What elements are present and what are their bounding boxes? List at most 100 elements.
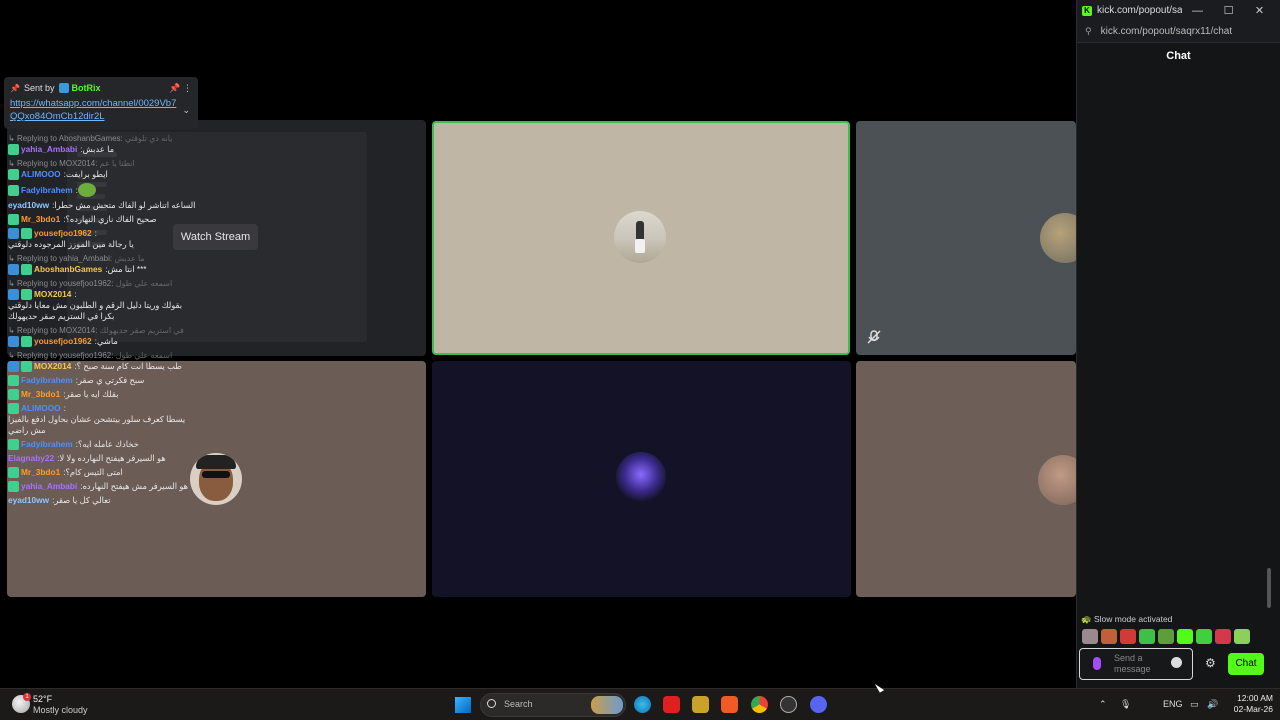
volume-icon[interactable]: 🔊	[1207, 699, 1218, 710]
window-title: kick.com/popout/saqr...	[1097, 5, 1182, 16]
chat-message[interactable]: yahia_Ambabi: هو السيرفر مش هيفتح النهار…	[8, 481, 198, 492]
maximize-button[interactable]: ☐	[1213, 4, 1244, 17]
emote-icon[interactable]	[1158, 629, 1174, 644]
chat-username[interactable]: yahia_Ambabi	[21, 481, 77, 492]
reply-reference[interactable]: ↳ Replying to AboshanbGames: يانه دي تلو…	[8, 133, 198, 144]
emote-icon[interactable]	[1177, 629, 1193, 644]
reply-arrow-icon: ↳	[8, 159, 17, 168]
microphone-tray-icon[interactable]: 🎙	[1120, 699, 1131, 710]
chrome-icon[interactable]	[751, 696, 768, 713]
subscriber-badge-icon	[8, 375, 19, 386]
chat-message[interactable]: ↳ Replying to AboshanbGames: يانه دي تلو…	[8, 133, 198, 155]
chat-message[interactable]: ↳ Replying to yahia_Ambabi: ما عدبش Abosh…	[8, 253, 198, 275]
emote-icon[interactable]	[1139, 629, 1155, 644]
chat-username[interactable]: yousefjoo1962	[34, 228, 92, 239]
chat-text: انتا مش ***	[107, 264, 147, 274]
chat-username[interactable]: eyad10ww	[8, 200, 49, 211]
pinned-options-icon[interactable]: 📌 ⋮	[169, 83, 192, 94]
chat-header: Chat	[1166, 50, 1191, 62]
obs-icon[interactable]	[780, 696, 797, 713]
chat-text: امتى التيس كام؟	[65, 467, 123, 477]
subscriber-badge-icon	[21, 228, 32, 239]
chat-message[interactable]: Elagnaby22: هو السيرفر هيفتح النهارده ول…	[8, 453, 198, 464]
chat-username[interactable]: Fadyibrahem	[21, 439, 73, 450]
subscriber-badge-icon	[21, 289, 32, 300]
edge-browser-icon[interactable]	[634, 696, 651, 713]
chat-message[interactable]: eyad10ww: تعالي كل يا صقر	[8, 495, 198, 506]
clock-time[interactable]: 12:00 AM	[1233, 693, 1273, 703]
chat-message[interactable]: eyad10ww: الساعه اتناشر لو الفاك متحش مش…	[8, 200, 198, 211]
reply-reference[interactable]: ↳ Replying to MOX2014: انطتا يا عم	[8, 158, 198, 169]
language-indicator[interactable]: ENG	[1163, 699, 1183, 709]
reply-to-user: Replying to AboshanbGames:	[16, 134, 123, 143]
chat-username[interactable]: MOX2014	[34, 289, 71, 300]
chat-message[interactable]: ↳ Replying to MOX2014: انطتا يا عم ALIMOO…	[8, 158, 198, 180]
send-chat-button[interactable]: Chat	[1228, 653, 1264, 675]
chat-username[interactable]: Mr_3bdo1	[21, 214, 60, 225]
chat-username[interactable]: eyad10ww	[8, 495, 49, 506]
reply-reference[interactable]: ↳ Replying to yousefjoo1962: اسمعه علي ط…	[8, 350, 198, 361]
separator: :	[63, 403, 66, 413]
start-menu-icon[interactable]	[455, 697, 471, 713]
chat-username[interactable]: yahia_Ambabi	[21, 144, 77, 155]
reply-reference[interactable]: ↳ Replying to yahia_Ambabi: ما عدبش	[8, 253, 198, 264]
quick-emote-bar	[1082, 629, 1250, 645]
network-icon[interactable]: ▭	[1190, 699, 1199, 710]
chevron-down-icon[interactable]: ⌄	[182, 105, 190, 116]
emote-icon[interactable]	[1082, 629, 1098, 644]
clock-date[interactable]: 02-Mar-26	[1229, 704, 1273, 714]
chat-message[interactable]: ALIMOOO: يسطا كعرف سلور بيتشحن عشان بحاو…	[8, 403, 198, 436]
reply-reference[interactable]: ↳ Replying to MOX2014: في استريم صقر حدي…	[8, 325, 198, 336]
chat-message[interactable]: Mr_3bdo1: امتى التيس كام؟	[8, 467, 198, 478]
address-bar[interactable]: ⚲ kick.com/popout/saqrx11/chat	[1077, 21, 1280, 43]
site-settings-icon[interactable]: ⚲	[1085, 26, 1092, 37]
moderator-badge-icon	[8, 289, 19, 300]
chat-message[interactable]: yousefjoo1962: يا رجالة مين الموزز المرج…	[8, 228, 198, 250]
chat-message[interactable]: ↳ Replying to yousefjoo1962: اسمعه علي ط…	[8, 278, 198, 322]
chat-scrollbar[interactable]	[1267, 568, 1271, 608]
youtube-icon[interactable]	[663, 696, 680, 713]
pinned-sender[interactable]: BotRix	[72, 83, 101, 93]
close-button[interactable]: ✕	[1244, 4, 1275, 17]
chat-username[interactable]: MOX2014	[34, 361, 71, 372]
subscriber-badge-icon	[8, 169, 19, 180]
reply-to-user: Replying to MOX2014:	[16, 159, 98, 168]
brave-browser-icon[interactable]	[721, 696, 738, 713]
chat-message[interactable]: ↳ Replying to yousefjoo1962: اسمعه علي ط…	[8, 350, 198, 372]
chat-username[interactable]: ALIMOOO	[21, 403, 61, 414]
moderator-badge-icon	[8, 228, 19, 239]
chat-username[interactable]: AboshanbGames	[34, 264, 102, 275]
chat-message[interactable]: Fadyibrahem: خخادك عامله ايه؟	[8, 439, 198, 450]
chat-username[interactable]: Elagnaby22	[8, 453, 54, 464]
reply-excerpt: يانه دي تلوقتي	[125, 134, 173, 143]
chat-message[interactable]: Fadyibrahem: سبح فكرتي ي صقر	[8, 375, 198, 386]
pinned-link[interactable]: https://whatsapp.com/channel/0029Vb7QQxo…	[10, 97, 180, 123]
chat-username[interactable]: Mr_3bdo1	[21, 389, 60, 400]
chat-settings-icon[interactable]: ⚙	[1205, 656, 1216, 670]
emote-icon[interactable]	[1234, 629, 1250, 644]
chat-message[interactable]: Mr_3bdo1: بقلك ايه يا صقر	[8, 389, 198, 400]
reply-reference[interactable]: ↳ Replying to yousefjoo1962: اسمعه علي ط…	[8, 278, 198, 289]
minimize-button[interactable]: —	[1182, 5, 1213, 17]
subscriber-badge-icon	[21, 336, 32, 347]
chat-text: ماشي	[96, 336, 118, 346]
chat-message[interactable]: Fadyibrahem:	[8, 183, 198, 197]
mic-icon[interactable]	[1093, 657, 1101, 670]
tray-overflow-icon[interactable]: ⌃	[1099, 699, 1107, 710]
emote-icon[interactable]	[1101, 629, 1117, 644]
app-r-icon[interactable]	[692, 696, 709, 713]
kick-logo-icon: K	[1082, 5, 1092, 16]
chat-username[interactable]: Mr_3bdo1	[21, 467, 60, 478]
chat-username[interactable]: yousefjoo1962	[34, 336, 92, 347]
chat-username[interactable]: Fadyibrahem	[21, 185, 73, 196]
emote-icon[interactable]	[1120, 629, 1136, 644]
chat-message-list[interactable]: ↳ Replying to AboshanbGames: يانه دي تلو…	[8, 133, 198, 607]
chat-message[interactable]: ↳ Replying to MOX2014: في استريم صقر حدي…	[8, 325, 198, 347]
chat-message[interactable]: Mr_3bdo1: صحيح الفاك نازي النهارده؟	[8, 214, 198, 225]
emoji-picker-icon[interactable]	[1171, 657, 1182, 668]
discord-icon[interactable]	[810, 696, 827, 713]
chat-username[interactable]: Fadyibrahem	[21, 375, 73, 386]
chat-username[interactable]: ALIMOOO	[21, 169, 61, 180]
emote-icon[interactable]	[1215, 629, 1231, 644]
emote-icon[interactable]	[1196, 629, 1212, 644]
